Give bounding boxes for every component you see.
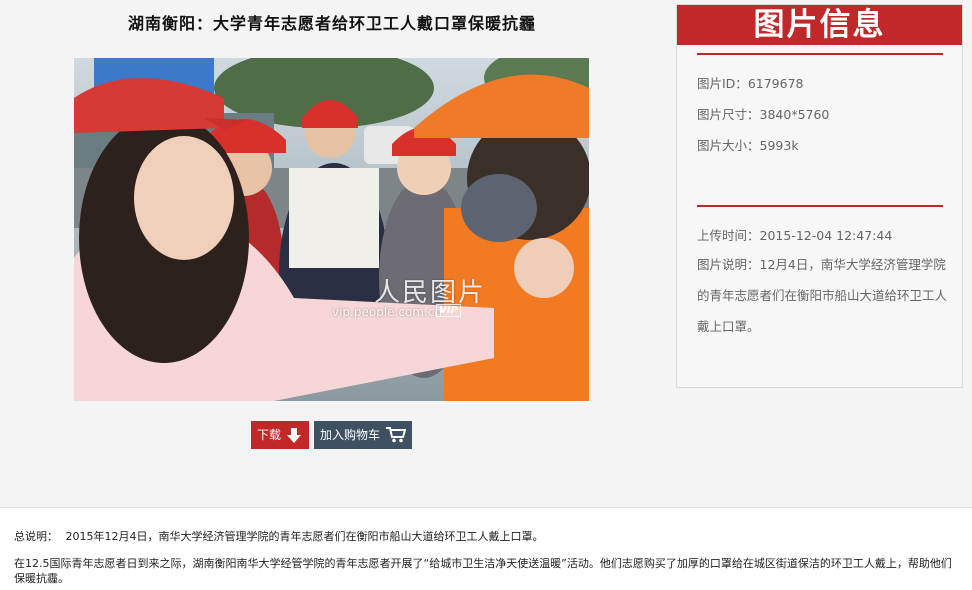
image-id-row: 图片ID：6179678 xyxy=(697,73,803,92)
info-divider-middle xyxy=(697,205,943,207)
summary-label: 总说明： xyxy=(14,530,58,543)
content-divider xyxy=(0,507,972,508)
image-id-label: 图片ID： xyxy=(697,76,748,91)
image-size-label: 图片尺寸： xyxy=(697,107,760,122)
watermark-logo: 人民图片 xyxy=(374,278,487,308)
image-id-value: 6179678 xyxy=(747,76,804,91)
download-button[interactable]: 下载 xyxy=(251,421,309,449)
image-info-panel: 图片信息 图片ID：6179678 图片尺寸：3840*5760 图片大小：59… xyxy=(676,4,963,388)
image-filesize-value: 5993k xyxy=(759,138,799,153)
download-arrow-icon xyxy=(287,427,302,443)
image-filesize-row: 图片大小：5993k xyxy=(697,135,799,154)
image-size-row: 图片尺寸：3840*5760 xyxy=(697,104,829,123)
image-filesize-label: 图片大小： xyxy=(697,138,760,153)
image-description-label: 图片说明： xyxy=(697,257,760,272)
watermark-url: vip.people.com.cn xyxy=(332,305,443,319)
shopping-cart-icon xyxy=(386,427,407,443)
upload-time-label: 上传时间： xyxy=(697,228,760,243)
download-label: 下载 xyxy=(257,428,282,442)
photo-illustration xyxy=(74,58,589,401)
watermark-vip-badge: VIP xyxy=(436,304,461,317)
image-description: 图片说明：12月4日，南华大学经济管理学院的青年志愿者们在衡阳市船山大道给环卫工… xyxy=(697,249,947,342)
info-panel-heading: 图片信息 xyxy=(677,5,962,45)
add-to-cart-label: 加入购物车 xyxy=(320,428,381,442)
main-photo[interactable]: 人民图片 vip.people.com.cn VIP xyxy=(74,58,589,401)
upload-time-value: 2015-12-04 12:47:44 xyxy=(759,228,893,243)
summary-line: 总说明： 2015年12月4日，南华大学经济管理学院的青年志愿者们在衡阳市船山大… xyxy=(14,528,544,544)
image-size-value: 3840*5760 xyxy=(759,107,830,122)
info-divider-top xyxy=(697,53,943,55)
summary-text: 2015年12月4日，南华大学经济管理学院的青年志愿者们在衡阳市船山大道给环卫工… xyxy=(65,530,544,543)
summary-body: 在12.5国际青年志愿者日到来之际，湖南衡阳南华大学经管学院的青年志愿者开展了“… xyxy=(14,557,952,585)
page-title: 湖南衡阳：大学青年志愿者给环卫工人戴口罩保暖抗霾 xyxy=(127,14,536,33)
upload-time-row: 上传时间：2015-12-04 12:47:44 xyxy=(697,225,892,244)
add-to-cart-button[interactable]: 加入购物车 xyxy=(314,421,412,449)
